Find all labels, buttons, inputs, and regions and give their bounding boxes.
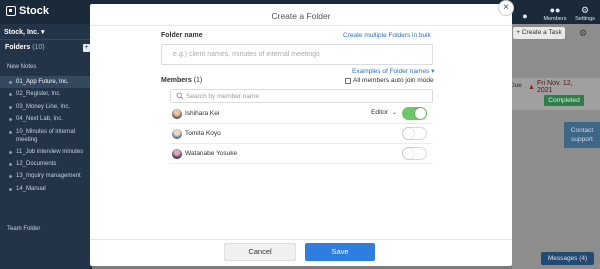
top-nav-settings[interactable]: ⚙ Settings	[570, 0, 600, 24]
sidebar-folder-item[interactable]: 13_Inquiry management	[0, 170, 92, 182]
sidebar-folder-item[interactable]: 14_Manual	[0, 183, 92, 195]
logo-icon	[6, 6, 16, 16]
bulk-create-link[interactable]: Create multiple Folders in bulk	[343, 32, 431, 39]
save-button[interactable]: Save	[305, 243, 375, 261]
role-select[interactable]: Editor ⌄	[371, 109, 397, 116]
top-nav-label: Settings	[575, 16, 595, 22]
sidebar-folder-item[interactable]: 01_App Future, Inc.	[0, 76, 92, 89]
toggle-knob	[415, 108, 426, 119]
sidebar-folder-item[interactable]: 10_Minutes of internal meeting	[0, 126, 92, 146]
app-logo[interactable]: Stock	[6, 5, 49, 17]
member-row: Watanabe Yosuke	[170, 144, 433, 164]
member-row: Ishihara Kei Editor ⌄	[170, 104, 433, 124]
new-notes-link[interactable]: New Notes	[7, 64, 36, 70]
top-nav: ● ●● Members ⚙ Settings	[510, 0, 600, 24]
folder-list: 01_App Future, Inc. 02_Register, Inc. 03…	[0, 76, 92, 195]
sidebar-folder-item[interactable]: 12_Documents	[0, 158, 92, 170]
members-icon: ●●	[549, 5, 561, 15]
team-folder-link[interactable]: Team Folder	[7, 226, 40, 232]
cancel-button[interactable]: Cancel	[224, 243, 296, 261]
avatar	[172, 149, 182, 159]
sidebar-folder-item[interactable]: 03_Money Line, Inc.	[0, 101, 92, 113]
member-name: Tomita Koyo	[185, 130, 221, 137]
avatar	[172, 109, 182, 119]
member-toggle[interactable]	[402, 107, 427, 120]
search-icon	[176, 92, 184, 100]
warning-icon: ▲	[528, 83, 535, 91]
company-switcher[interactable]: Stock, Inc. ▾	[4, 28, 44, 36]
members-count: (1)	[193, 77, 203, 84]
checkbox-icon	[345, 77, 351, 84]
auto-join-label: All members auto join mode	[353, 77, 434, 84]
modal-header: Create a Folder	[90, 4, 512, 26]
member-search-box	[170, 89, 433, 103]
add-folder-button[interactable]: +	[83, 44, 90, 52]
sidebar-divider	[0, 39, 92, 40]
folder-name-examples-link[interactable]: Examples of Folder names ▾	[352, 67, 434, 75]
auto-join-checkbox[interactable]: All members auto join mode	[345, 77, 434, 84]
modal-title: Create a Folder	[271, 11, 331, 21]
role-value: Editor	[371, 109, 388, 116]
member-toggle[interactable]	[402, 147, 427, 160]
modal-footer	[90, 239, 512, 266]
contact-support-button[interactable]: Contact support	[564, 122, 600, 148]
folders-title: Folders	[5, 44, 31, 51]
close-icon[interactable]: ×	[498, 0, 514, 16]
members-label-text: Members	[161, 77, 192, 84]
chevron-down-icon: ▾	[40, 29, 45, 36]
member-toggle[interactable]	[402, 127, 427, 140]
member-search-input[interactable]	[186, 90, 426, 102]
status-badge[interactable]: Completed	[544, 95, 584, 106]
sidebar-folder-item[interactable]: 04_Next Lab, Inc.	[0, 113, 92, 125]
messages-button[interactable]: Messages (4)	[541, 252, 594, 265]
due-date-text: Fri Nov. 12, 2021	[536, 80, 573, 94]
member-name: Ishihara Kei	[185, 110, 220, 117]
create-task-button[interactable]: + Create a Task	[513, 27, 565, 39]
members-label: Members (1)	[161, 77, 202, 84]
top-nav-label: Members	[543, 16, 567, 22]
folders-count: (10)	[32, 44, 45, 51]
logo-text: Stock	[19, 5, 49, 17]
folders-heading: Folders (10)	[5, 44, 45, 51]
due-date: ▲ Fri Nov. 12, 2021	[528, 80, 588, 94]
sidebar: Stock, Inc. ▾ Folders (10) + New Notes 0…	[0, 24, 92, 269]
sidebar-folder-item[interactable]: 11_Job interview minutes	[0, 146, 92, 158]
chevron-down-icon: ⌄	[391, 110, 398, 116]
top-nav-members[interactable]: ●● Members	[540, 0, 570, 24]
company-name: Stock, Inc.	[4, 29, 40, 36]
folder-name-input[interactable]	[161, 44, 433, 65]
toggle-knob	[403, 128, 414, 139]
member-name: Watanabe Yosuke	[185, 150, 238, 157]
notification-icon: ●	[522, 11, 528, 21]
member-row: Tomita Koyo	[170, 124, 433, 144]
gear-icon[interactable]: ⚙	[577, 27, 589, 39]
folder-name-label: Folder name	[161, 32, 203, 39]
top-nav-notifications[interactable]: ●	[510, 0, 540, 24]
settings-icon: ⚙	[580, 5, 590, 15]
avatar	[172, 129, 182, 139]
sidebar-folder-item[interactable]: 02_Register, Inc.	[0, 88, 92, 100]
toggle-knob	[403, 148, 414, 159]
